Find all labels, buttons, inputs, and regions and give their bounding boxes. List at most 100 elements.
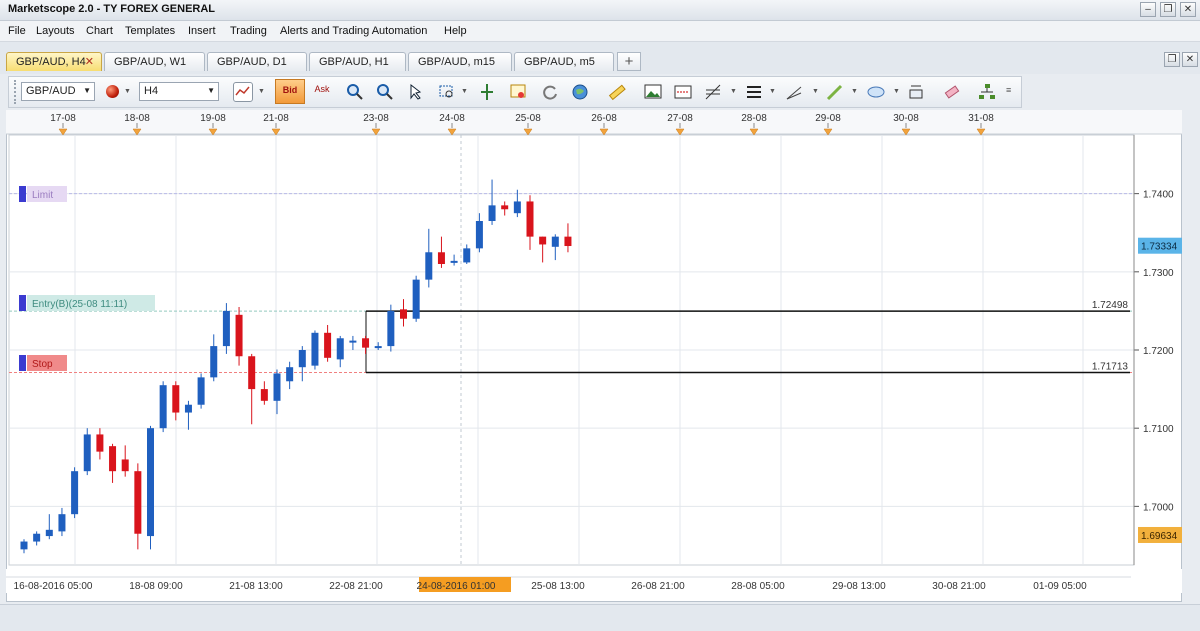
eraser-icon[interactable]: [942, 82, 962, 102]
bearish-candle[interactable]: [260, 389, 268, 401]
hierarchy-icon[interactable]: [977, 82, 997, 102]
chevron-down-icon[interactable]: ▼: [851, 88, 858, 95]
menu-trading[interactable]: Trading: [230, 25, 267, 37]
restore-button[interactable]: ❐: [1160, 2, 1176, 17]
bullish-candle[interactable]: [336, 338, 344, 360]
bullish-candle[interactable]: [210, 346, 218, 378]
menu-file[interactable]: File: [8, 25, 26, 37]
chevron-down-icon[interactable]: ▼: [124, 88, 131, 95]
bearish-candle[interactable]: [235, 314, 243, 357]
bullish-candle[interactable]: [450, 260, 458, 263]
bullish-candle[interactable]: [425, 252, 433, 280]
color-ball-icon[interactable]: [106, 85, 119, 98]
bearish-candle[interactable]: [437, 252, 445, 264]
bullish-candle[interactable]: [374, 346, 382, 349]
stop-order-marker[interactable]: [19, 355, 26, 371]
chevron-down-icon[interactable]: ▼: [730, 88, 737, 95]
bullish-candle[interactable]: [20, 541, 28, 550]
tab-gbpaud-m15[interactable]: GBP/AUD, m15: [408, 52, 512, 71]
bullish-candle[interactable]: [147, 428, 154, 537]
text-icon[interactable]: [906, 82, 926, 102]
bearish-candle[interactable]: [564, 236, 572, 247]
chart-restore-button[interactable]: ❐: [1164, 52, 1180, 67]
ellipse-icon[interactable]: [866, 82, 886, 102]
bullish-candle[interactable]: [184, 404, 192, 413]
bearish-candle[interactable]: [109, 446, 117, 472]
zoom-in-icon[interactable]: [345, 82, 365, 102]
bearish-candle[interactable]: [539, 236, 547, 245]
trendline-icon[interactable]: [784, 82, 804, 102]
tab-gbpaud-h1[interactable]: GBP/AUD, H1: [309, 52, 406, 71]
tab-gbpaud-h4[interactable]: GBP/AUD, H4 ✕: [6, 52, 102, 71]
bullish-candle[interactable]: [463, 248, 471, 263]
bullish-candle[interactable]: [412, 279, 420, 319]
tab-gbpaud-w1[interactable]: GBP/AUD, W1: [104, 52, 205, 71]
bearish-candle[interactable]: [400, 309, 407, 319]
menu-help[interactable]: Help: [444, 25, 467, 37]
chevron-down-icon[interactable]: ▼: [461, 88, 468, 95]
bullish-candle[interactable]: [159, 385, 167, 429]
marker-icon[interactable]: [508, 82, 528, 102]
toolbar-overflow-icon[interactable]: ≡: [1006, 85, 1011, 95]
chevron-down-icon[interactable]: ▼: [769, 88, 776, 95]
bearish-candle[interactable]: [362, 338, 370, 348]
globe-icon[interactable]: [570, 82, 590, 102]
menu-layouts[interactable]: Layouts: [36, 25, 75, 37]
price-chart[interactable]: 17-08 18-08 19-08 21-08 23-08 24-08 25-08 26-08…: [6, 110, 1182, 602]
refresh-icon[interactable]: [540, 82, 560, 102]
chevron-down-icon[interactable]: ▼: [893, 88, 900, 95]
toolbar-grip[interactable]: [14, 80, 19, 104]
chart-type-icon[interactable]: [233, 82, 253, 102]
cursor-icon[interactable]: [405, 82, 425, 102]
bearish-candle[interactable]: [324, 332, 332, 358]
chevron-down-icon[interactable]: ▼: [258, 88, 265, 95]
bullish-candle[interactable]: [387, 310, 395, 347]
fit-icon[interactable]: [477, 82, 497, 102]
bullish-candle[interactable]: [33, 533, 41, 542]
ask-button[interactable]: Ask: [308, 79, 336, 104]
fibonacci-icon[interactable]: [703, 82, 723, 102]
bullish-candle[interactable]: [83, 434, 91, 472]
tab-gbpaud-m5[interactable]: GBP/AUD, m5: [514, 52, 614, 71]
image-icon[interactable]: [643, 82, 663, 102]
close-button[interactable]: ✕: [1180, 2, 1196, 17]
ruler-icon[interactable]: [607, 82, 627, 102]
bullish-candle[interactable]: [349, 340, 357, 343]
bullish-candle[interactable]: [58, 514, 66, 532]
chart-close-button[interactable]: ✕: [1182, 52, 1198, 67]
pen-icon[interactable]: [825, 82, 845, 102]
menu-alerts-automation[interactable]: Alerts and Trading Automation: [280, 25, 427, 37]
bearish-candle[interactable]: [96, 434, 104, 452]
bearish-candle[interactable]: [501, 205, 509, 210]
bid-button[interactable]: Bid: [275, 79, 305, 104]
zoom-out-icon[interactable]: [375, 82, 395, 102]
menu-chart[interactable]: Chart: [86, 25, 113, 37]
symbol-select[interactable]: GBP/AUD ▼: [21, 82, 95, 101]
bearish-candle[interactable]: [248, 356, 256, 390]
bullish-candle[interactable]: [311, 332, 319, 366]
screenshot-icon[interactable]: [673, 82, 693, 102]
add-tab-button[interactable]: +: [617, 52, 641, 71]
menu-insert[interactable]: Insert: [188, 25, 216, 37]
entry-order-marker[interactable]: [19, 295, 26, 311]
bullish-candle[interactable]: [551, 236, 559, 247]
menu-templates[interactable]: Templates: [125, 25, 175, 37]
bullish-candle[interactable]: [513, 201, 521, 214]
limit-order-marker[interactable]: [19, 186, 26, 202]
bullish-candle[interactable]: [45, 529, 53, 537]
minimize-button[interactable]: ‒: [1140, 2, 1156, 17]
chevron-down-icon[interactable]: ▼: [812, 88, 819, 95]
bullish-candle[interactable]: [286, 367, 294, 382]
bullish-candle[interactable]: [475, 221, 483, 249]
bullish-candle[interactable]: [71, 471, 79, 515]
bullish-candle[interactable]: [197, 377, 205, 405]
bearish-candle[interactable]: [121, 459, 129, 472]
timeframe-select[interactable]: H4 ▼: [139, 82, 219, 101]
bullish-candle[interactable]: [298, 350, 306, 368]
lines-icon[interactable]: [744, 82, 764, 102]
zoom-rect-icon[interactable]: [437, 82, 457, 102]
close-tab-icon[interactable]: ✕: [85, 55, 94, 68]
bullish-candle[interactable]: [222, 310, 230, 347]
tab-gbpaud-d1[interactable]: GBP/AUD, D1: [207, 52, 307, 71]
bearish-candle[interactable]: [134, 471, 142, 534]
